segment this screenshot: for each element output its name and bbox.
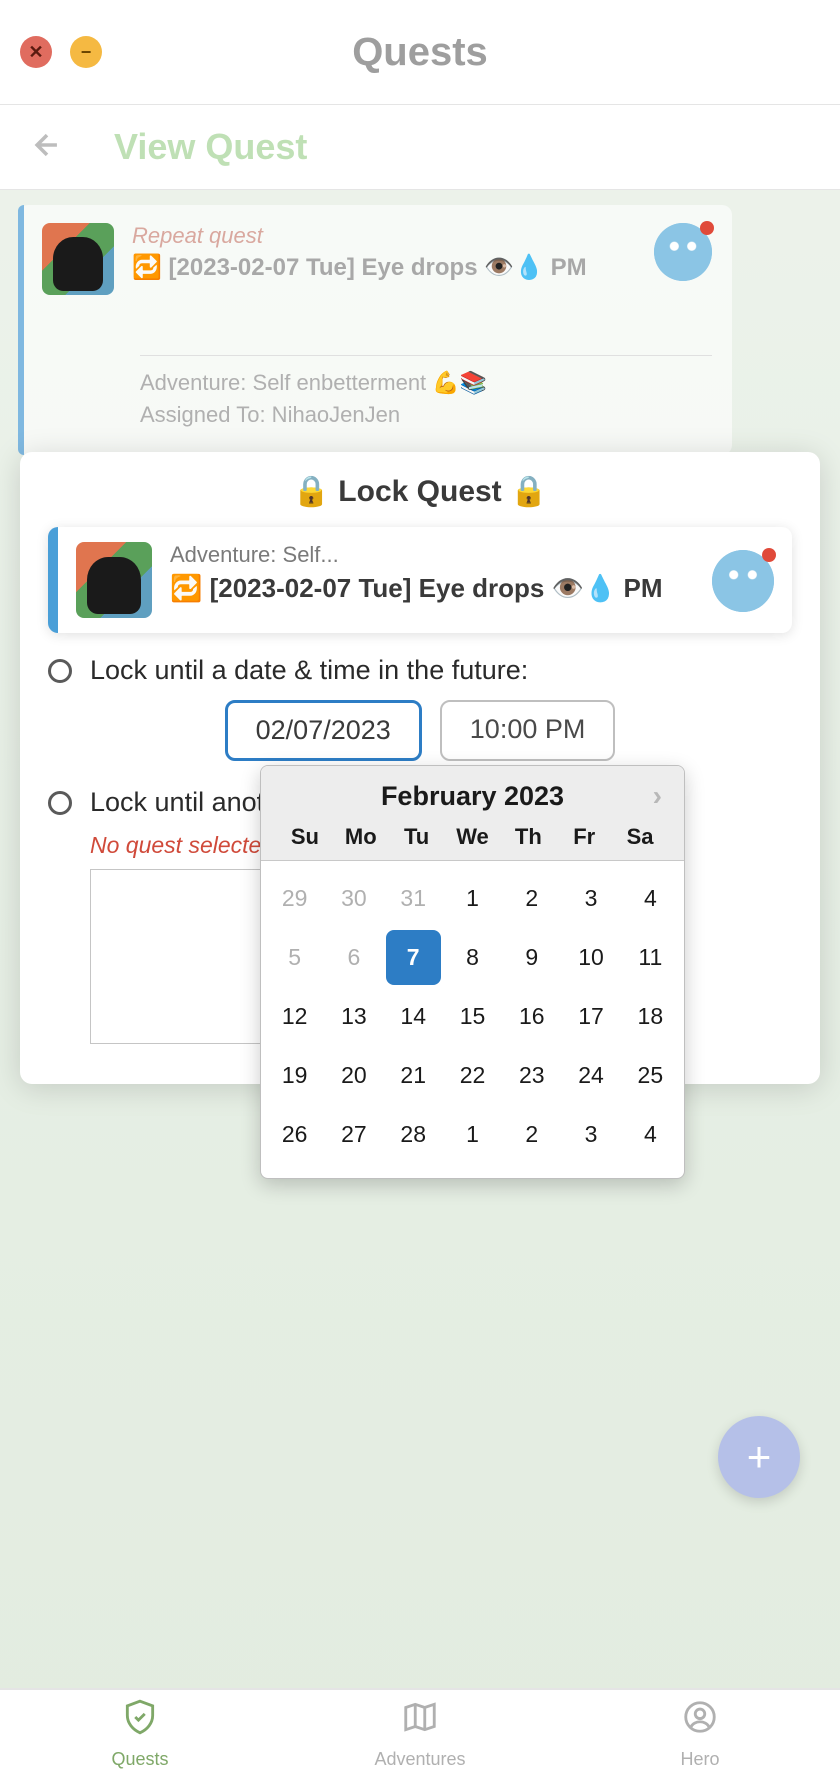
window-controls: ✕ − — [20, 36, 102, 68]
nav-adventures[interactable]: Adventures — [280, 1690, 560, 1778]
calendar-day[interactable]: 24 — [563, 1048, 618, 1103]
calendar-day[interactable]: 8 — [445, 930, 500, 985]
calendar-day[interactable]: 26 — [267, 1107, 322, 1162]
modal-quest-card[interactable]: Adventure: Self... 🔁 [2023-02-07 Tue] Ey… — [48, 527, 792, 633]
nav-quests[interactable]: Quests — [0, 1690, 280, 1778]
quest-card[interactable]: Repeat quest 🔁 [2023-02-07 Tue] Eye drop… — [18, 205, 732, 455]
radio-icon[interactable] — [48, 791, 72, 815]
calendar-day[interactable]: 31 — [386, 871, 441, 926]
calendar-day[interactable]: 27 — [326, 1107, 381, 1162]
window-minimize-button[interactable]: − — [70, 36, 102, 68]
nav-adventures-label: Adventures — [374, 1749, 465, 1770]
calendar-day[interactable]: 21 — [386, 1048, 441, 1103]
calendar-day[interactable]: 22 — [445, 1048, 500, 1103]
calendar-day[interactable]: 7 — [386, 930, 441, 985]
calendar-day[interactable]: 3 — [563, 871, 618, 926]
calendar-day[interactable]: 11 — [623, 930, 678, 985]
calendar-day[interactable]: 6 — [326, 930, 381, 985]
divider — [140, 355, 712, 356]
calendar-day[interactable]: 16 — [504, 989, 559, 1044]
calendar-day[interactable]: 25 — [623, 1048, 678, 1103]
calendar-day[interactable]: 18 — [623, 989, 678, 1044]
lock-option-datetime[interactable]: Lock until a date & time in the future: — [48, 655, 792, 686]
calendar-day[interactable]: 12 — [267, 989, 322, 1044]
calendar-day[interactable]: 9 — [504, 930, 559, 985]
calendar-day[interactable]: 13 — [326, 989, 381, 1044]
titlebar: ✕ − Quests — [0, 0, 840, 105]
modal-quest-avatar — [76, 542, 152, 618]
next-month-button[interactable]: › — [647, 780, 668, 812]
datepicker: ‹ February 2023 › SuMoTuWeThFrSa 2930311… — [260, 765, 685, 1179]
quest-title: 🔁 [2023-02-07 Tue] Eye drops 👁️💧 PM — [132, 253, 636, 282]
datepicker-month: February 2023 — [298, 781, 646, 812]
app-title: Quests — [352, 30, 488, 75]
back-arrow-icon[interactable] — [30, 128, 64, 167]
datepicker-arrow-icon — [336, 765, 360, 768]
modal-assignee-avatar[interactable] — [712, 550, 774, 612]
date-input[interactable]: 02/07/2023 — [225, 700, 422, 761]
modal-quest-title: 🔁 [2023-02-07 Tue] Eye drops 👁️💧 PM — [170, 570, 694, 606]
subheader: View Quest — [0, 105, 840, 190]
nav-hero[interactable]: Hero — [560, 1690, 840, 1778]
weekday-label: Sa — [612, 824, 668, 850]
shield-icon — [121, 1698, 159, 1745]
weekday-label: Tu — [389, 824, 445, 850]
map-icon — [401, 1698, 439, 1745]
calendar-day[interactable]: 20 — [326, 1048, 381, 1103]
weekday-label: Su — [277, 824, 333, 850]
modal-quest-adventure: Adventure: Self... — [170, 542, 694, 568]
time-input[interactable]: 10:00 PM — [440, 700, 616, 761]
lock-option-quest-label: Lock until anot — [90, 787, 264, 818]
calendar-day[interactable]: 5 — [267, 930, 322, 985]
calendar-day[interactable]: 4 — [623, 1107, 678, 1162]
radio-icon[interactable] — [48, 659, 72, 683]
quest-assigned: Assigned To: NihaoJenJen — [140, 402, 712, 428]
quest-adventure: Adventure: Self enbetterment 💪📚 — [140, 370, 712, 396]
nav-hero-label: Hero — [680, 1749, 719, 1770]
calendar-day[interactable]: 19 — [267, 1048, 322, 1103]
notification-dot-icon — [700, 221, 714, 235]
weekday-label: We — [445, 824, 501, 850]
calendar-day[interactable]: 29 — [267, 871, 322, 926]
calendar-day[interactable]: 23 — [504, 1048, 559, 1103]
calendar-day[interactable]: 15 — [445, 989, 500, 1044]
calendar-day[interactable]: 30 — [326, 871, 381, 926]
quest-avatar — [42, 223, 114, 295]
modal-title: 🔒 Lock Quest 🔒 — [48, 474, 792, 509]
calendar-day[interactable]: 1 — [445, 871, 500, 926]
nav-quests-label: Quests — [111, 1749, 168, 1770]
page-title: View Quest — [114, 126, 307, 168]
plus-icon: + — [747, 1433, 772, 1481]
weekday-label: Fr — [556, 824, 612, 850]
repeat-label: Repeat quest — [132, 223, 636, 249]
window-close-button[interactable]: ✕ — [20, 36, 52, 68]
calendar-day[interactable]: 14 — [386, 989, 441, 1044]
calendar-day[interactable]: 4 — [623, 871, 678, 926]
assignee-avatar[interactable] — [654, 223, 712, 281]
hero-icon — [681, 1698, 719, 1745]
calendar-day[interactable]: 28 — [386, 1107, 441, 1162]
lock-option-datetime-label: Lock until a date & time in the future: — [90, 655, 528, 686]
calendar-day[interactable]: 3 — [563, 1107, 618, 1162]
add-button[interactable]: + — [718, 1416, 800, 1498]
bottom-nav: Quests Adventures Hero — [0, 1688, 840, 1778]
calendar-day[interactable]: 1 — [445, 1107, 500, 1162]
calendar-day[interactable]: 10 — [563, 930, 618, 985]
weekday-label: Mo — [333, 824, 389, 850]
weekday-label: Th — [500, 824, 556, 850]
calendar-day[interactable]: 17 — [563, 989, 618, 1044]
notification-dot-icon — [762, 548, 776, 562]
calendar-day[interactable]: 2 — [504, 1107, 559, 1162]
calendar-day[interactable]: 2 — [504, 871, 559, 926]
